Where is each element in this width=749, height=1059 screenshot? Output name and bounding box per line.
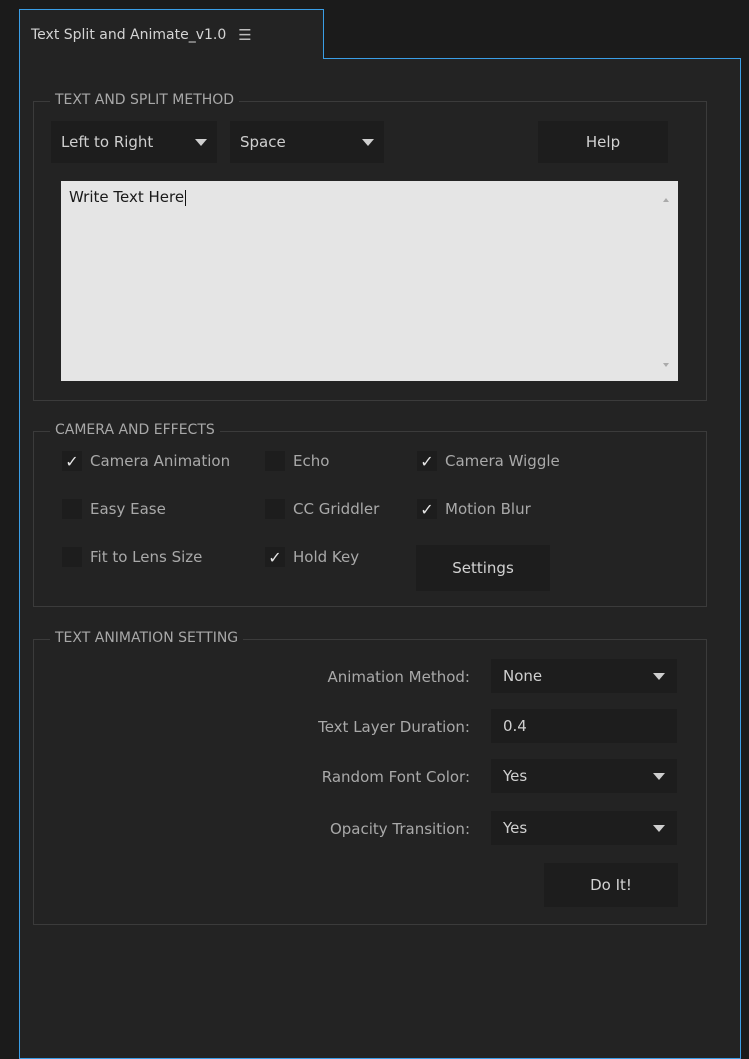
checkbox-box (265, 499, 285, 519)
opacity-transition-label: Opacity Transition: (329, 820, 470, 838)
chevron-down-icon (653, 772, 665, 780)
cc-griddler-label: CC Griddler (293, 500, 380, 518)
layer-duration-value: 0.4 (503, 717, 527, 735)
animation-method-value: None (503, 667, 543, 685)
check-icon: ✓ (417, 451, 437, 471)
hamburger-icon[interactable]: ☰ (238, 26, 251, 44)
camera-effects-legend: CAMERA AND EFFECTS (50, 422, 220, 438)
script-panel: TEXT AND SPLIT METHOD Left to Right Spac… (19, 58, 741, 1059)
scroll-down-icon[interactable] (663, 363, 669, 367)
echo-label: Echo (293, 452, 330, 470)
fit-lens-label: Fit to Lens Size (90, 548, 203, 566)
motion-blur-label: Motion Blur (445, 500, 531, 518)
checkbox-box (265, 451, 285, 471)
hold-key-checkbox[interactable]: ✓ Hold Key (265, 547, 359, 567)
split-value: Space (240, 133, 286, 151)
fit-lens-checkbox[interactable]: Fit to Lens Size (62, 547, 202, 567)
panel-tab-title: Text Split and Animate_v1.0 (31, 26, 227, 43)
chevron-down-icon (195, 138, 207, 146)
chevron-down-icon (653, 672, 665, 680)
font-color-label: Random Font Color: (321, 768, 470, 786)
check-icon: ✓ (265, 547, 285, 567)
checkbox-box (62, 499, 82, 519)
hold-key-label: Hold Key (293, 548, 360, 566)
camera-wiggle-checkbox[interactable]: ✓ Camera Wiggle (417, 451, 560, 471)
check-icon: ✓ (62, 451, 82, 471)
text-input[interactable]: Write Text Here (61, 181, 678, 381)
do-it-button[interactable]: Do It! (544, 863, 678, 907)
font-color-dropdown[interactable]: Yes (491, 759, 677, 793)
echo-checkbox[interactable]: Echo (265, 451, 329, 471)
settings-label: Settings (452, 559, 514, 577)
layer-duration-input[interactable]: 0.4 (491, 709, 677, 743)
font-color-value: Yes (503, 767, 528, 785)
animation-method-dropdown[interactable]: None (491, 659, 677, 693)
text-animation-legend: TEXT ANIMATION SETTING (50, 630, 244, 646)
motion-blur-checkbox[interactable]: ✓ Motion Blur (417, 499, 531, 519)
text-cursor (185, 189, 187, 206)
opacity-transition-dropdown[interactable]: Yes (491, 811, 677, 845)
easy-ease-checkbox[interactable]: Easy Ease (62, 499, 166, 519)
cc-griddler-checkbox[interactable]: CC Griddler (265, 499, 379, 519)
scroll-up-icon[interactable] (663, 198, 669, 202)
direction-value: Left to Right (61, 133, 154, 151)
panel-tab[interactable]: Text Split and Animate_v1.0 ☰ (19, 9, 324, 59)
checkbox-box (62, 547, 82, 567)
text-split-legend: TEXT AND SPLIT METHOD (50, 92, 240, 108)
chevron-down-icon (362, 138, 374, 146)
chevron-down-icon (653, 824, 665, 832)
camera-animation-label: Camera Animation (90, 452, 231, 470)
camera-animation-checkbox[interactable]: ✓ Camera Animation (62, 451, 230, 471)
direction-dropdown[interactable]: Left to Right (51, 121, 217, 163)
do-it-label: Do It! (590, 876, 632, 894)
help-label: Help (585, 133, 621, 151)
opacity-transition-value: Yes (503, 819, 528, 837)
animation-method-label: Animation Method: (327, 668, 470, 686)
settings-button[interactable]: Settings (416, 545, 550, 591)
split-dropdown[interactable]: Space (230, 121, 384, 163)
camera-wiggle-label: Camera Wiggle (445, 452, 560, 470)
check-icon: ✓ (417, 499, 437, 519)
text-input-value: Write Text Here (69, 188, 185, 206)
easy-ease-label: Easy Ease (90, 500, 166, 518)
help-button[interactable]: Help (538, 121, 668, 163)
layer-duration-label: Text Layer Duration: (318, 718, 470, 736)
